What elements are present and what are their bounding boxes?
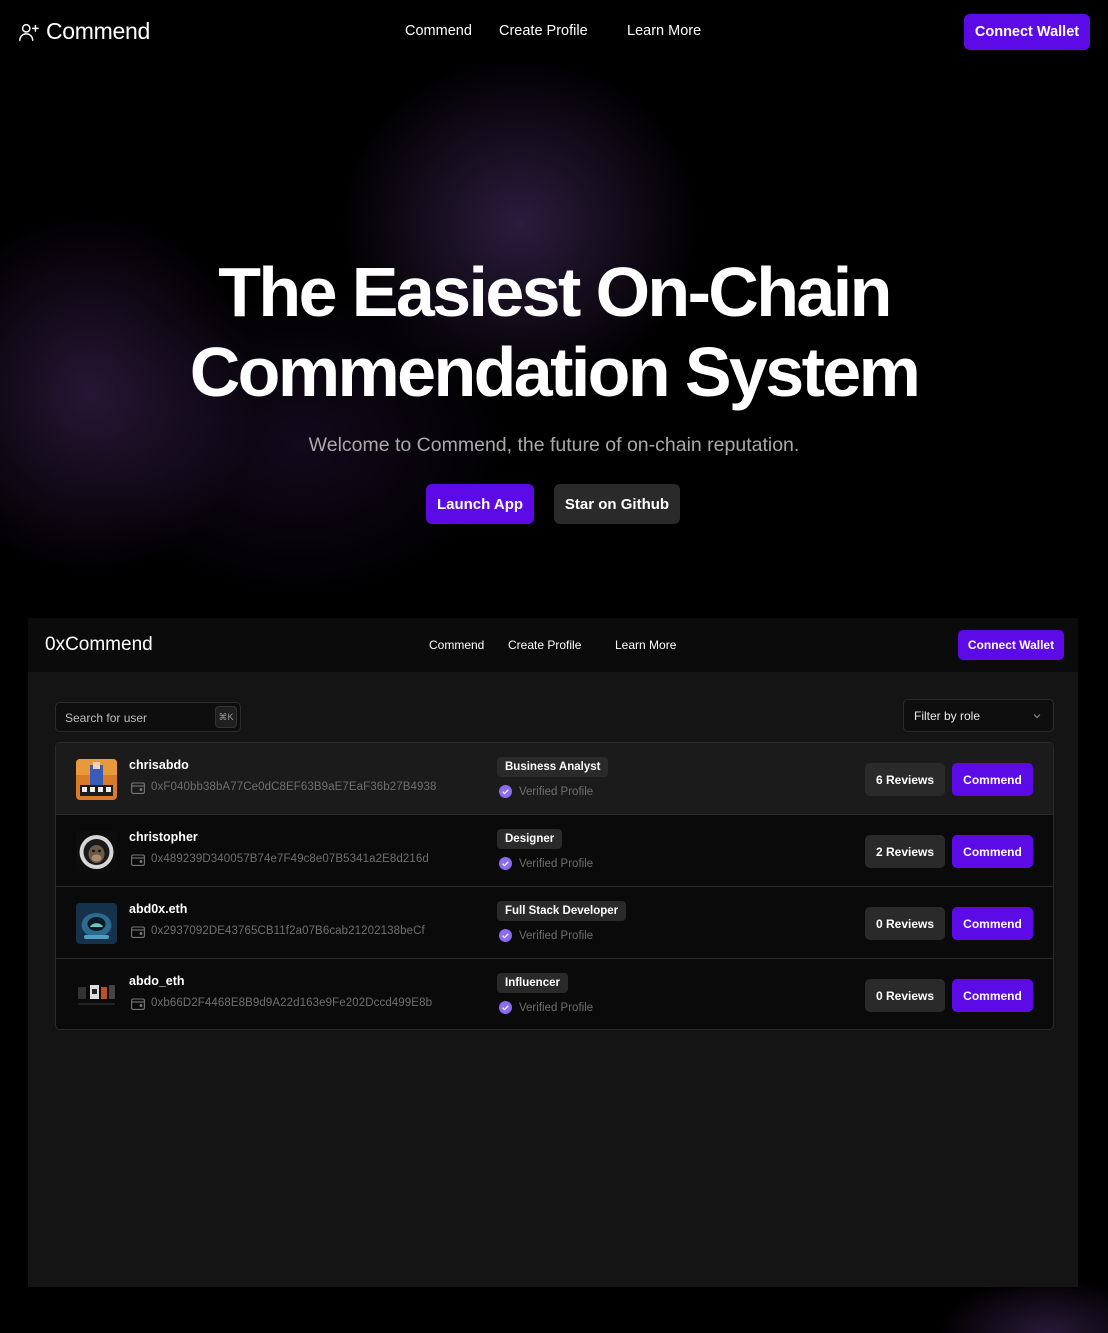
app-preview: 0xCommend Commend Create Profile Learn M… xyxy=(28,618,1078,1287)
check-circle-icon xyxy=(499,857,512,870)
hero-subtitle: Welcome to Commend, the future of on-cha… xyxy=(308,434,800,456)
role-badge: Influencer xyxy=(497,973,568,993)
wallet-address: 0x489239D340057B74e7F49c8e07B5341a2E8d21… xyxy=(151,853,429,865)
commend-button[interactable]: Commend xyxy=(952,979,1033,1012)
nav-link-create-profile[interactable]: Create Profile xyxy=(499,23,588,39)
nav-link-commend[interactable]: Commend xyxy=(405,23,472,39)
commend-button[interactable]: Commend xyxy=(952,907,1033,940)
username[interactable]: abdo_eth xyxy=(129,974,185,988)
wallet-icon xyxy=(131,854,145,866)
username[interactable]: chrisabdo xyxy=(129,758,189,772)
star-on-github-button[interactable]: Star on Github xyxy=(554,484,680,524)
user-list: chrisabdo 0xF040bb38bA77Ce0dC8EF63B9aE7E… xyxy=(55,742,1054,1030)
user-row[interactable]: christopher 0x489239D340057B74e7F49c8e07… xyxy=(56,815,1053,887)
user-row[interactable]: abdo_eth 0xb66D2F4468E8B9d9A22d163e9Fe20… xyxy=(56,959,1053,1029)
avatar xyxy=(76,759,117,800)
verified-label: Verified Profile xyxy=(519,785,594,798)
avatar xyxy=(76,831,117,872)
commend-button[interactable]: Commend xyxy=(952,835,1033,868)
search-placeholder: Search for user xyxy=(65,711,148,725)
role-badge: Full Stack Developer xyxy=(497,901,627,921)
commend-button[interactable]: Commend xyxy=(952,763,1033,796)
hero-title: The Easiest On-Chain Commendation System xyxy=(0,252,1108,412)
preview-connect-wallet-button[interactable]: Connect Wallet xyxy=(958,630,1064,660)
filter-label: Filter by role xyxy=(914,709,981,723)
verified-label: Verified Profile xyxy=(519,857,594,870)
wallet-icon xyxy=(131,998,145,1010)
preview-nav-link-learn-more[interactable]: Learn More xyxy=(615,638,676,652)
check-circle-icon xyxy=(499,1001,512,1014)
reviews-button[interactable]: 6 Reviews xyxy=(865,763,945,796)
username[interactable]: abd0x.eth xyxy=(129,902,187,916)
wallet-address: 0xb66D2F4468E8B9d9A22d163e9Fe202Dccd499E… xyxy=(151,997,433,1009)
preview-nav: 0xCommend Commend Create Profile Learn M… xyxy=(28,618,1078,672)
avatar xyxy=(76,975,117,1016)
reviews-button[interactable]: 2 Reviews xyxy=(865,835,945,868)
wallet-address: 0x2937092DE43765CB11f2a07B6cab21202138be… xyxy=(151,925,425,937)
connect-wallet-button[interactable]: Connect Wallet xyxy=(964,14,1090,50)
brand[interactable]: Commend xyxy=(18,18,150,45)
check-circle-icon xyxy=(499,785,512,798)
top-nav: Commend Commend Create Profile Learn Mor… xyxy=(0,0,1108,64)
preview-nav-link-commend[interactable]: Commend xyxy=(429,638,484,652)
preview-body: Search for user ⌘K Filter by role chrisa… xyxy=(28,672,1078,1287)
username[interactable]: christopher xyxy=(129,830,198,844)
avatar xyxy=(76,903,117,944)
user-plus-icon xyxy=(19,23,39,41)
verified-status: Verified Profile xyxy=(499,929,593,942)
preview-nav-link-create-profile[interactable]: Create Profile xyxy=(508,638,581,652)
wallet-address: 0xF040bb38bA77Ce0dC8EF63B9aE7EaF36b27B49… xyxy=(151,781,437,793)
role-badge: Business Analyst xyxy=(497,757,609,777)
verified-label: Verified Profile xyxy=(519,929,594,942)
filter-by-role-select[interactable]: Filter by role xyxy=(903,699,1054,732)
search-input[interactable]: Search for user ⌘K xyxy=(55,702,241,732)
verified-status: Verified Profile xyxy=(499,857,593,870)
reviews-button[interactable]: 0 Reviews xyxy=(865,907,945,940)
preview-brand[interactable]: 0xCommend xyxy=(45,634,153,656)
reviews-button[interactable]: 0 Reviews xyxy=(865,979,945,1012)
hero-title-line-1: The Easiest On-Chain xyxy=(218,253,892,331)
verified-status: Verified Profile xyxy=(499,1001,593,1014)
verified-label: Verified Profile xyxy=(519,1001,594,1014)
wallet-icon xyxy=(131,926,145,938)
wallet-icon xyxy=(131,782,145,794)
check-circle-icon xyxy=(499,929,512,942)
chevron-down-icon xyxy=(1033,714,1041,719)
keyboard-shortcut: ⌘K xyxy=(215,706,237,728)
brand-name: Commend xyxy=(46,18,150,44)
verified-status: Verified Profile xyxy=(499,785,593,798)
hero-title-line-2: Commendation System xyxy=(189,333,921,411)
role-badge: Designer xyxy=(497,829,563,849)
user-row[interactable]: chrisabdo 0xF040bb38bA77Ce0dC8EF63B9aE7E… xyxy=(56,743,1053,815)
launch-app-button[interactable]: Launch App xyxy=(426,484,534,524)
nav-link-learn-more[interactable]: Learn More xyxy=(627,23,701,39)
user-row[interactable]: abd0x.eth 0x2937092DE43765CB11f2a07B6cab… xyxy=(56,887,1053,959)
